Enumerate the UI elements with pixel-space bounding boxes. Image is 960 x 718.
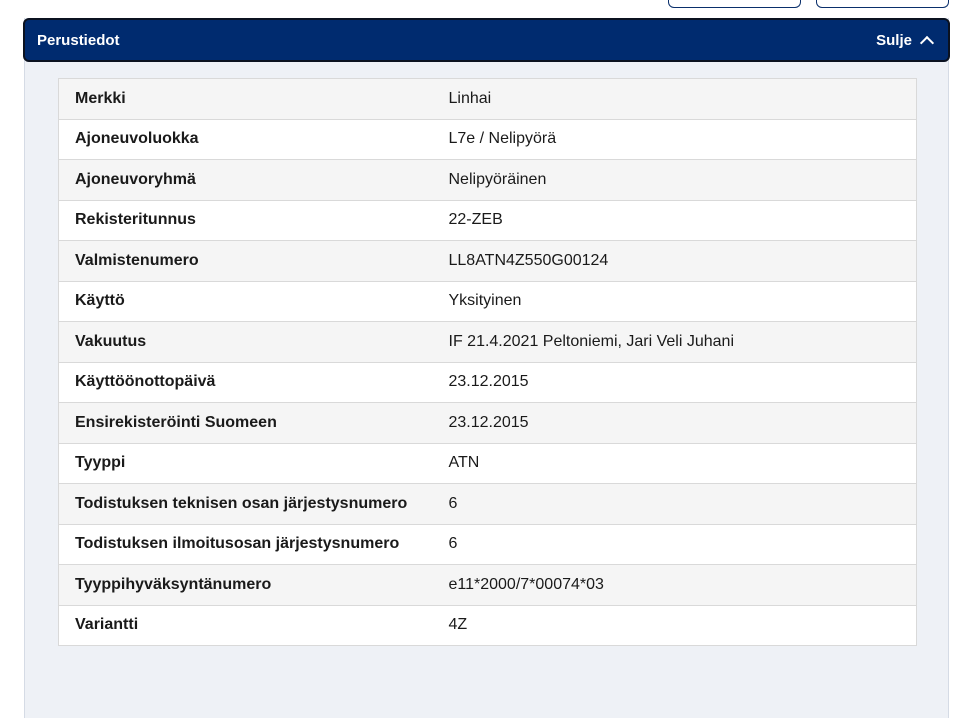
panel-header[interactable]: Perustiedot Sulje [23, 18, 950, 62]
table-row: Todistuksen teknisen osan järjestysnumer… [58, 483, 917, 525]
row-label: Todistuksen teknisen osan järjestysnumer… [58, 483, 433, 525]
top-action-button-1[interactable] [668, 0, 801, 8]
row-value: e11*2000/7*00074*03 [432, 564, 917, 606]
row-value: LL8ATN4Z550G00124 [432, 240, 917, 282]
row-value: Nelipyöräinen [432, 159, 917, 201]
top-button-bar [0, 0, 960, 10]
table-row: Valmistenumero LL8ATN4Z550G00124 [58, 240, 917, 282]
basic-info-table: Merkki Linhai Ajoneuvoluokka L7e / Nelipyö… [58, 78, 917, 646]
top-action-button-2[interactable] [816, 0, 949, 8]
chevron-up-icon [919, 35, 935, 50]
row-label: Merkki [58, 78, 433, 120]
row-label: Vakuutus [58, 321, 433, 363]
row-value: 6 [432, 483, 917, 525]
row-label: Tyyppi [58, 442, 433, 484]
table-row: Rekisteritunnus 22-ZEB [58, 199, 917, 241]
table-row: Käyttöönottopäivä 23.12.2015 [58, 361, 917, 403]
row-value: 6 [432, 523, 917, 565]
row-value: 22-ZEB [432, 199, 917, 241]
row-value: IF 21.4.2021 Peltoniemi, Jari Veli Juhan… [432, 321, 917, 363]
row-label: Ajoneuvoryhmä [58, 159, 433, 201]
row-label: Tyyppihyväksyntänumero [58, 564, 433, 606]
row-value: ATN [432, 442, 917, 484]
row-label: Todistuksen ilmoitusosan järjestysnumero [58, 523, 433, 565]
row-label: Käyttöönottopäivä [58, 361, 433, 403]
row-label: Rekisteritunnus [58, 199, 433, 241]
table-row: Käyttö Yksityinen [58, 280, 917, 322]
table-row: Todistuksen ilmoitusosan järjestysnumero… [58, 523, 917, 565]
panel-title: Perustiedot [37, 31, 120, 49]
row-label: Ensirekisteröinti Suomeen [58, 402, 433, 444]
row-label: Ajoneuvoluokka [58, 118, 433, 160]
row-value: 23.12.2015 [432, 361, 917, 403]
table-row: Ajoneuvoluokka L7e / Nelipyörä [58, 118, 917, 160]
table-row: Vakuutus IF 21.4.2021 Peltoniemi, Jari Ve… [58, 321, 917, 363]
perustiedot-panel: Perustiedot Sulje Merkki Linhai Ajoneuvol… [23, 18, 950, 718]
table-row: Merkki Linhai [58, 78, 917, 120]
row-value: L7e / Nelipyörä [432, 118, 917, 160]
row-value: Linhai [432, 78, 917, 120]
row-value: 4Z [432, 604, 917, 646]
row-label: Käyttö [58, 280, 433, 322]
close-toggle-label: Sulje [876, 31, 912, 49]
table-row: Tyyppihyväksyntänumero e11*2000/7*00074*0… [58, 564, 917, 606]
row-value: Yksityinen [432, 280, 917, 322]
close-toggle-button[interactable]: Sulje [876, 31, 935, 50]
table-row: Ensirekisteröinti Suomeen 23.12.2015 [58, 402, 917, 444]
row-label: Valmistenumero [58, 240, 433, 282]
table-row: Tyyppi ATN [58, 442, 917, 484]
table-row: Variantti 4Z [58, 604, 917, 646]
row-value: 23.12.2015 [432, 402, 917, 444]
table-row: Ajoneuvoryhmä Nelipyöräinen [58, 159, 917, 201]
row-label: Variantti [58, 604, 433, 646]
